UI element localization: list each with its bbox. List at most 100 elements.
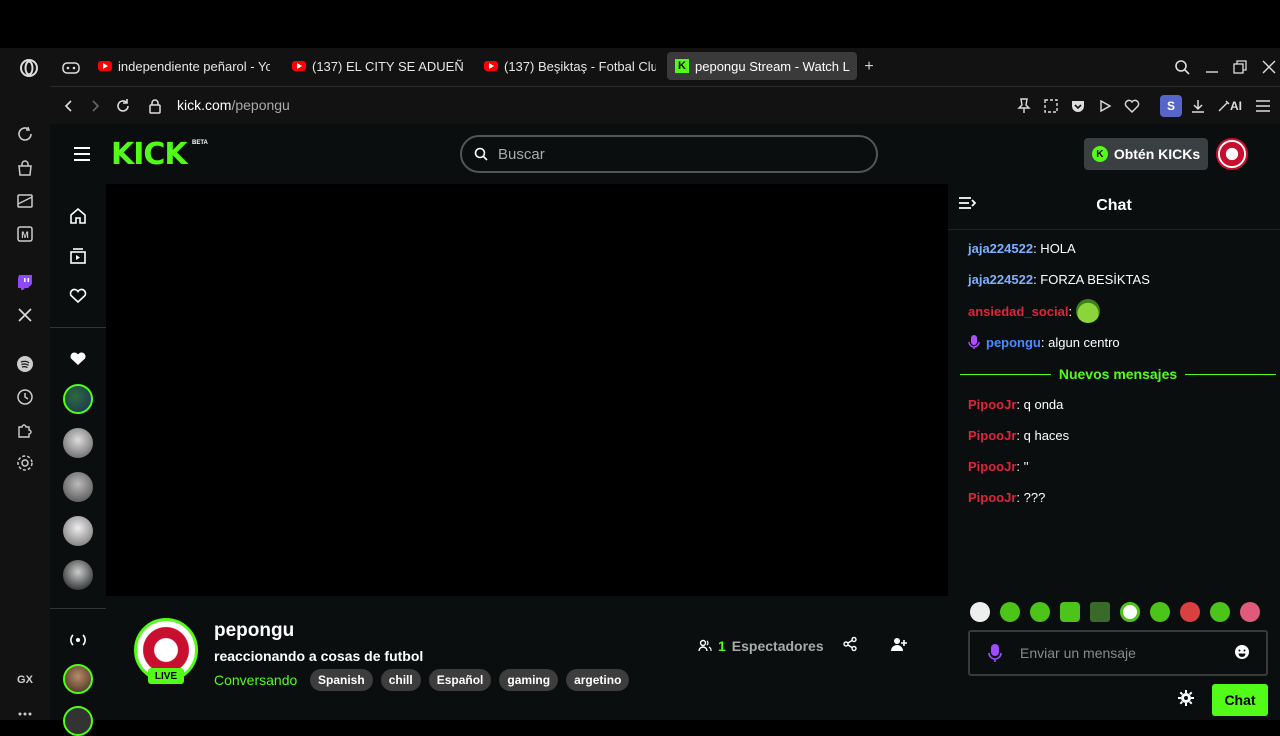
emote-icon[interactable] [1090,602,1110,622]
chat-message-input[interactable]: Enviar un mensaje [968,630,1268,676]
tab-youtube-3[interactable]: (137) Beşiktaş - Fotbal Club [476,52,656,80]
send-chat-button[interactable]: Chat [1212,684,1268,716]
chat-text: : q onda [1016,397,1064,412]
get-kicks-button[interactable]: K Obtén KICKs [1084,138,1208,170]
download-icon[interactable] [1187,95,1209,117]
snapshot-icon[interactable] [1040,95,1062,117]
pocket-icon[interactable] [1067,95,1089,117]
emote-icon[interactable] [1240,602,1260,622]
kick-logo[interactable]: KICK [111,137,188,172]
aria-ai-button[interactable]: AI [1214,95,1246,117]
viewers-icon [698,639,712,652]
live-channel-avatar[interactable] [63,664,93,694]
emote-icon[interactable] [1180,602,1200,622]
opera-logo-icon[interactable] [18,57,40,79]
lock-icon[interactable] [144,95,166,117]
more-icon[interactable] [13,702,37,726]
heart-outline-icon[interactable] [1121,95,1143,117]
emote-icon[interactable] [1030,602,1050,622]
x-twitter-icon[interactable] [13,303,37,327]
followed-channel-avatar[interactable] [63,428,93,458]
home-icon[interactable] [66,204,90,228]
history-icon[interactable] [13,385,37,409]
speed-dial-icon[interactable] [13,122,37,146]
wallet-icon[interactable] [13,189,37,213]
live-channel-avatar[interactable] [63,706,93,736]
tag[interactable]: Español [428,669,492,691]
nav-divider [50,608,106,609]
followed-channel-avatar[interactable] [63,560,93,590]
emoji-picker-icon[interactable] [1234,644,1252,662]
search-input[interactable]: Buscar [460,135,878,173]
emote-icon[interactable] [1120,602,1140,622]
chat-username[interactable]: PipooJr [968,397,1016,412]
m-app-icon[interactable]: M [13,222,37,246]
followed-channel-avatar[interactable] [63,472,93,502]
tag[interactable]: Spanish [310,669,373,691]
minimize-icon[interactable] [1202,57,1222,77]
chat-message: jaja224522: FORZA BESİKTAS [968,272,1150,287]
live-broadcast-icon[interactable] [66,628,90,652]
chat-username[interactable]: PipooJr [968,459,1016,474]
tab-kick-active[interactable]: K pepongu Stream - Watch L [667,52,857,80]
tab-youtube-1[interactable]: independiente peñarol - Yo [90,52,270,80]
chat-text: : '' [1016,459,1029,474]
search-tabs-icon[interactable] [1172,57,1192,77]
tab-youtube-2[interactable]: (137) EL CITY SE ADUEÑÓ [284,52,464,80]
chat-username[interactable]: PipooJr [968,428,1016,443]
emote-icon[interactable] [1060,602,1080,622]
easy-setup-icon[interactable] [1252,95,1274,117]
gamepad-icon[interactable] [60,57,82,79]
stream-category[interactable]: Conversando [214,672,297,688]
followed-channel-avatar[interactable] [63,384,93,414]
extension-s-badge[interactable]: S [1160,95,1182,117]
frog-emote-icon [1076,299,1101,323]
gx-label[interactable]: GX [13,668,37,692]
user-avatar[interactable] [1216,138,1248,170]
close-icon[interactable] [1259,57,1279,77]
chat-text: : FORZA BESİKTAS [1033,272,1150,287]
browse-icon[interactable] [66,244,90,268]
settings-icon[interactable] [13,451,37,475]
restore-icon[interactable] [1230,57,1250,77]
pin-icon[interactable] [1013,95,1035,117]
streamer-name[interactable]: pepongu [214,620,294,642]
youtube-icon [292,61,306,71]
new-messages-divider[interactable]: Nuevos mensajes [960,366,1277,382]
emote-icon[interactable] [1150,602,1170,622]
twitch-icon[interactable] [13,270,37,294]
emote-icon[interactable] [970,602,990,622]
chat-message: PipooJr: '' [968,459,1029,474]
chat-username[interactable]: ansiedad_social [968,304,1068,319]
chat-text: : algun centro [1040,334,1120,350]
chat-username[interactable]: jaja224522 [968,272,1033,287]
shopping-icon[interactable] [13,156,37,180]
browser-tab-bar: independiente peñarol - Yo (137) EL CITY… [0,48,1280,86]
emote-icon[interactable] [1000,602,1020,622]
tag[interactable]: argetino [566,669,630,691]
chat-username[interactable]: PipooJr [968,490,1016,505]
following-heart-icon[interactable] [66,284,90,308]
hamburger-menu-icon[interactable] [72,144,92,164]
play-icon[interactable] [1094,95,1116,117]
site-left-nav [50,184,106,736]
share-icon[interactable] [842,636,864,658]
chat-message: jaja224522: HOLA [968,241,1076,256]
video-player[interactable] [106,184,948,596]
chat-username[interactable]: jaja224522 [968,241,1033,256]
followed-channel-avatar[interactable] [63,516,93,546]
emote-icon[interactable] [1210,602,1230,622]
kick-coin-icon: K [1091,146,1108,162]
tag[interactable]: chill [380,669,421,691]
follow-user-icon[interactable] [890,636,912,658]
new-tab-button[interactable]: + [860,58,878,76]
extensions-icon[interactable] [13,418,37,442]
url-field[interactable]: kick.com/pepongu [177,97,290,113]
back-icon[interactable] [58,95,80,117]
spotify-icon[interactable] [13,352,37,376]
tag[interactable]: gaming [499,669,559,691]
reload-icon[interactable] [112,95,134,117]
chat-settings-icon[interactable] [1178,690,1196,708]
forward-icon[interactable] [84,95,106,117]
chat-username[interactable]: pepongu [986,335,1041,350]
